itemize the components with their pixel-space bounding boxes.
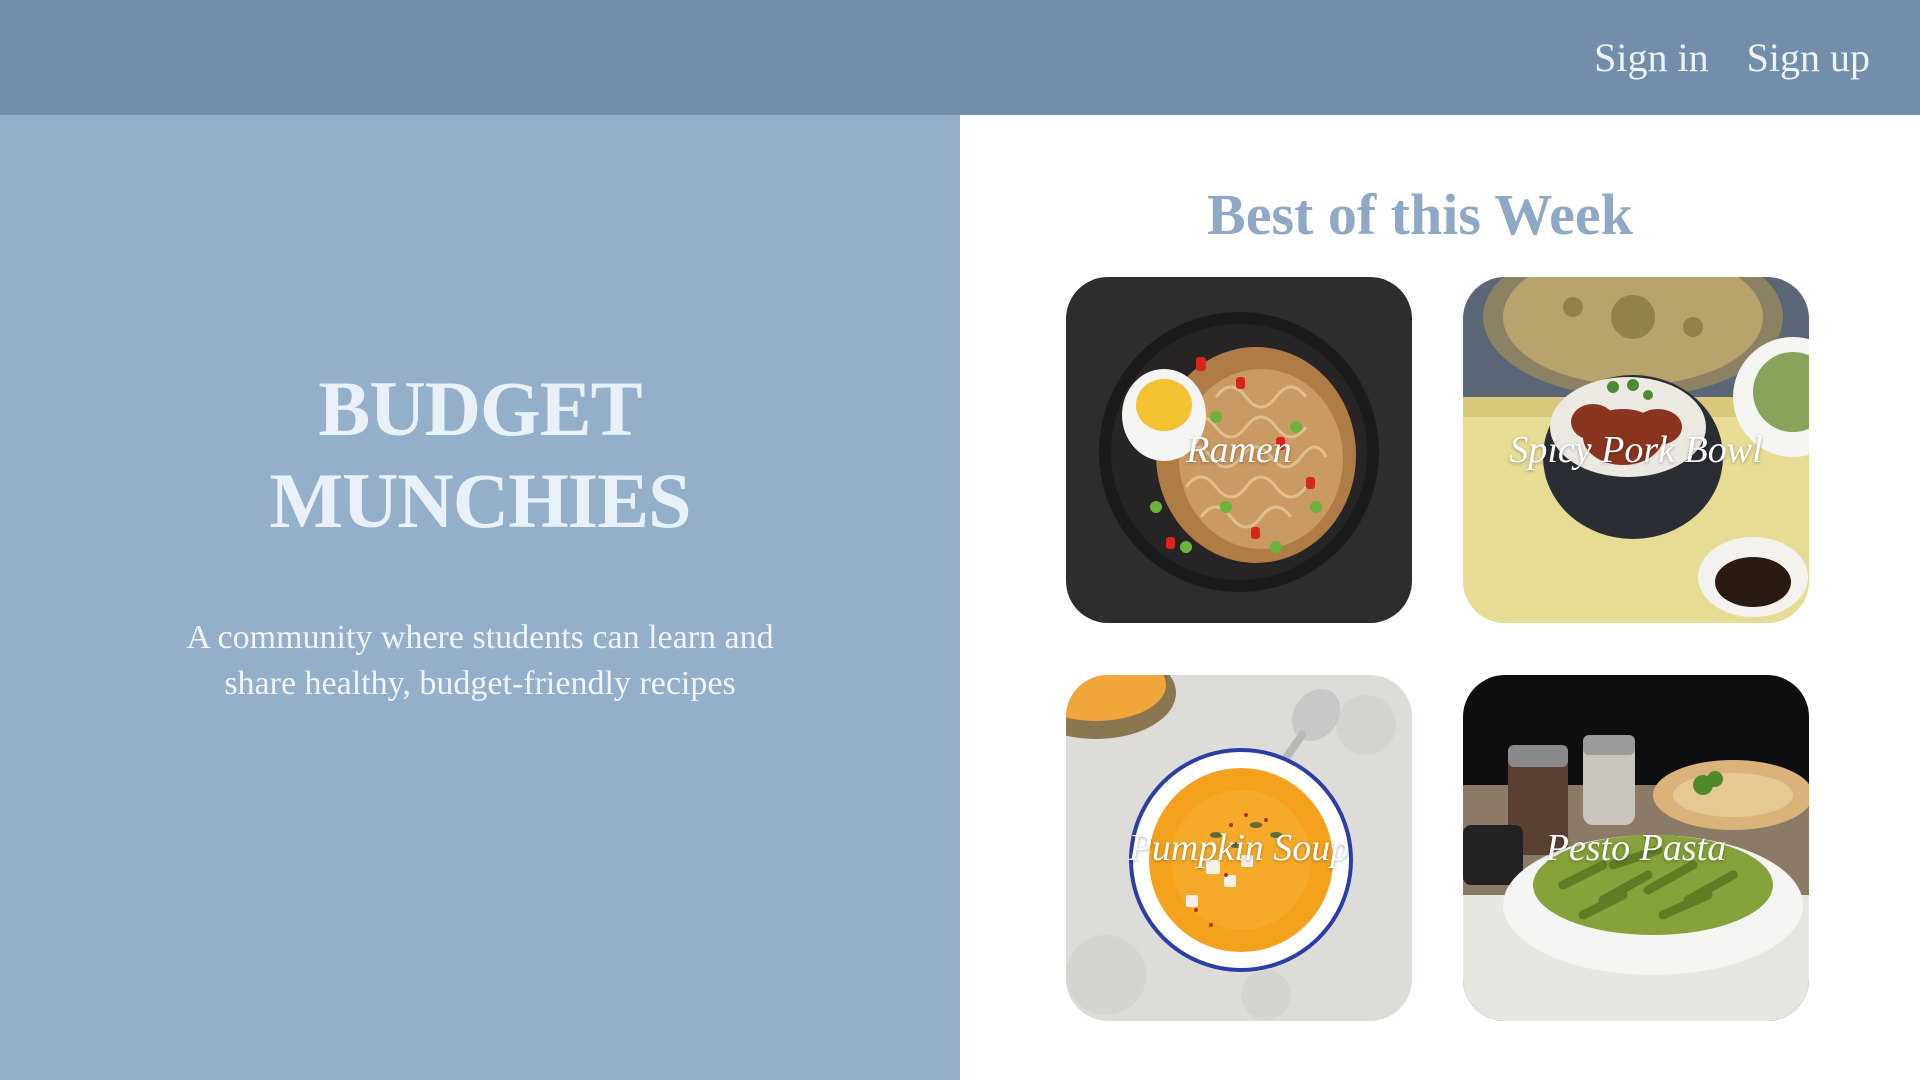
- section-title: Best of this Week: [1207, 182, 1633, 247]
- site-title-line-2: MUNCHIES: [269, 457, 691, 544]
- site-title: BUDGET MUNCHIES: [0, 363, 960, 547]
- recipe-label-pesto-pasta: Pesto Pasta: [1545, 827, 1727, 869]
- hero-panel: BUDGET MUNCHIES A community where studen…: [0, 115, 960, 1080]
- sign-in-link[interactable]: Sign in: [1594, 28, 1708, 88]
- top-nav: Sign in Sign up: [1594, 28, 1870, 88]
- recipe-card-pumpkin-soup[interactable]: Pumpkin Soup: [1066, 675, 1412, 1021]
- recipe-label-pumpkin-soup: Pumpkin Soup: [1128, 827, 1350, 869]
- recipe-card-pesto-pasta[interactable]: Pesto Pasta: [1463, 675, 1809, 1021]
- featured-section: Best of this Week Ramen Spicy Pork Bowl …: [960, 115, 1920, 1080]
- recipe-label-ramen: Ramen: [1186, 429, 1292, 471]
- top-bar: Sign in Sign up: [0, 0, 1920, 115]
- recipe-card-ramen[interactable]: Ramen: [1066, 277, 1412, 623]
- recipe-card-spicy-pork-bowl[interactable]: Spicy Pork Bowl: [1463, 277, 1809, 623]
- recipe-label-spicy-pork-bowl: Spicy Pork Bowl: [1509, 429, 1763, 471]
- sign-up-link[interactable]: Sign up: [1747, 28, 1870, 88]
- site-title-line-1: BUDGET: [318, 365, 642, 452]
- site-tagline: A community where students can learn and…: [186, 619, 774, 702]
